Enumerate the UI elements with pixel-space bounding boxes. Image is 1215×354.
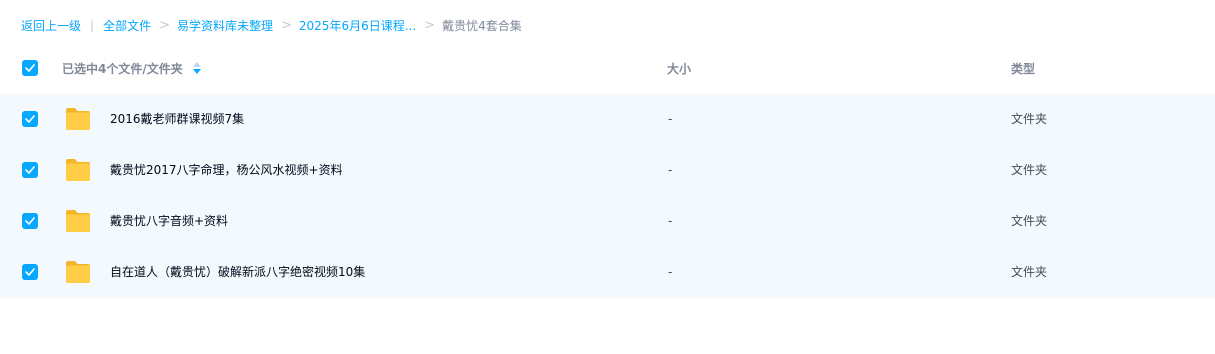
column-header-type[interactable]: 类型 [1011, 60, 1035, 77]
check-icon [25, 166, 35, 174]
column-header-name[interactable]: 已选中4个文件/文件夹 [62, 60, 201, 77]
file-size: - [668, 265, 673, 279]
breadcrumb-item-library[interactable]: 易学资料库未整理 [177, 17, 273, 34]
breadcrumb-item-course[interactable]: 2025年6月6日课程... [299, 17, 416, 34]
folder-icon [66, 210, 90, 232]
file-type: 文件夹 [1011, 163, 1048, 177]
check-icon [25, 217, 35, 225]
file-type: 文件夹 [1011, 214, 1048, 228]
file-row[interactable]: 戴贵忧八字音频+资料 - 文件夹 [0, 196, 1215, 247]
file-name[interactable]: 自在道人（戴贵忧）破解新派八字绝密视频10集 [110, 264, 365, 280]
check-icon [25, 64, 35, 72]
breadcrumb-item-all-files[interactable]: 全部文件 [103, 17, 151, 34]
breadcrumb-divider: | [90, 18, 95, 32]
file-browser: 返回上一级 | 全部文件 > 易学资料库未整理 > 2025年6月6日课程...… [0, 0, 1215, 354]
check-icon [25, 268, 35, 276]
breadcrumb-current: 戴贵忧4套合集 [442, 18, 522, 33]
back-link[interactable]: 返回上一级 [21, 17, 81, 34]
sort-icon[interactable] [192, 62, 201, 74]
breadcrumb: 返回上一级 | 全部文件 > 易学资料库未整理 > 2025年6月6日课程...… [21, 16, 522, 34]
file-type: 文件夹 [1011, 112, 1048, 126]
file-row[interactable]: 自在道人（戴贵忧）破解新派八字绝密视频10集 - 文件夹 [0, 247, 1215, 298]
file-row[interactable]: 戴贵忧2017八字命理，杨公风水视频+资料 - 文件夹 [0, 145, 1215, 196]
file-list: 2016戴老师群课视频7集 - 文件夹 戴贵忧2017八字命理，杨公风水视频+资… [0, 94, 1215, 298]
file-size: - [668, 214, 673, 228]
select-all-checkbox[interactable] [22, 60, 38, 76]
file-size: - [668, 163, 673, 177]
breadcrumb-separator: > [159, 17, 170, 33]
selection-count-label: 已选中4个文件/文件夹 [62, 61, 183, 76]
file-name[interactable]: 戴贵忧八字音频+资料 [110, 213, 228, 229]
file-size: - [668, 112, 673, 126]
column-header-size[interactable]: 大小 [667, 60, 691, 77]
file-name[interactable]: 戴贵忧2017八字命理，杨公风水视频+资料 [110, 162, 343, 178]
row-checkbox[interactable] [22, 264, 38, 280]
row-checkbox[interactable] [22, 162, 38, 178]
file-row[interactable]: 2016戴老师群课视频7集 - 文件夹 [0, 94, 1215, 145]
folder-icon [66, 261, 90, 283]
row-checkbox[interactable] [22, 111, 38, 127]
folder-icon [66, 159, 90, 181]
row-checkbox[interactable] [22, 213, 38, 229]
file-type: 文件夹 [1011, 265, 1048, 279]
breadcrumb-separator: > [424, 17, 436, 33]
breadcrumb-separator: > [281, 17, 292, 33]
file-list-header: 已选中4个文件/文件夹 大小 类型 [0, 45, 1215, 91]
check-icon [25, 115, 35, 123]
folder-icon [66, 108, 90, 130]
file-name[interactable]: 2016戴老师群课视频7集 [110, 111, 244, 127]
